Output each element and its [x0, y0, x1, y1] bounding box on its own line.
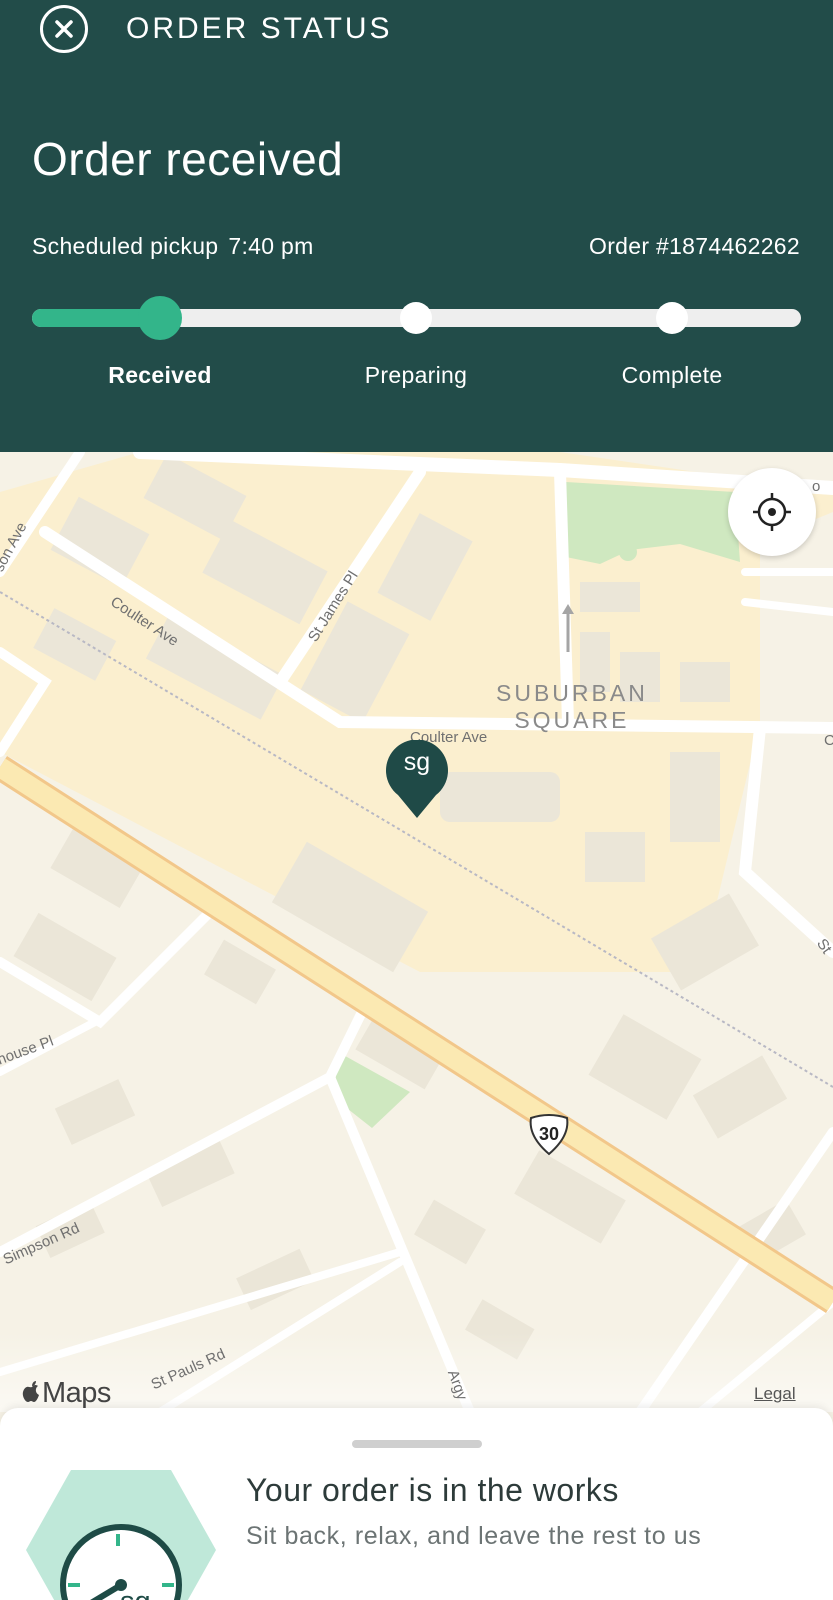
crosshair-locate-icon	[753, 493, 791, 531]
maps-attribution: Maps	[22, 1377, 111, 1410]
store-location-pin[interactable]: sg	[384, 740, 450, 822]
step-dot-received[interactable]	[138, 296, 182, 340]
step-label-received[interactable]: Received	[60, 362, 260, 389]
street-label: o	[812, 478, 821, 495]
route-number: 30	[538, 1124, 560, 1144]
order-number: Order #1874462262	[589, 233, 800, 259]
sheet-title: Your order is in the works	[246, 1472, 619, 1508]
route-shield: 30	[526, 1114, 572, 1156]
order-status-header: ORDER STATUS Order received Scheduled pi…	[0, 0, 833, 452]
maps-attribution-text: Maps	[42, 1377, 111, 1409]
map-canvas[interactable]	[0, 452, 833, 1412]
step-label-preparing[interactable]: Preparing	[316, 362, 516, 389]
map-view[interactable]: son Ave Coulter Ave St James Pl Coulter …	[0, 452, 833, 1412]
district-label-line-2: SQUARE	[514, 707, 630, 733]
district-label: SUBURBAN SQUARE	[496, 680, 648, 734]
district-label-line-1: SUBURBAN	[496, 680, 648, 706]
step-label-complete[interactable]: Complete	[572, 362, 772, 389]
step-dot-preparing[interactable]	[400, 302, 432, 334]
sheet-subtitle: Sit back, relax, and leave the rest to u…	[246, 1522, 702, 1550]
close-button[interactable]	[40, 5, 88, 53]
scheduled-pickup: Scheduled pickup 7:40 pm	[32, 233, 314, 260]
sheet-grabber-handle[interactable]	[352, 1440, 482, 1448]
clock-badge-label: sg	[120, 1586, 151, 1600]
clock-badge: sg	[26, 1470, 216, 1600]
apple-logo-icon	[22, 1381, 39, 1402]
clock-icon	[26, 1470, 216, 1600]
locate-me-button[interactable]	[728, 468, 816, 556]
close-icon	[55, 20, 73, 38]
page-title: ORDER STATUS	[126, 12, 393, 45]
scheduled-pickup-label: Scheduled pickup	[32, 233, 219, 259]
order-status-heading: Order received	[32, 133, 344, 185]
step-dot-complete[interactable]	[656, 302, 688, 334]
store-pin-label: sg	[403, 748, 431, 776]
street-label: C	[824, 732, 833, 749]
legal-link[interactable]: Legal	[754, 1384, 796, 1404]
scheduled-pickup-time: 7:40 pm	[228, 233, 314, 259]
order-info-sheet[interactable]: sg Your order is in the works Sit back, …	[0, 1408, 833, 1600]
